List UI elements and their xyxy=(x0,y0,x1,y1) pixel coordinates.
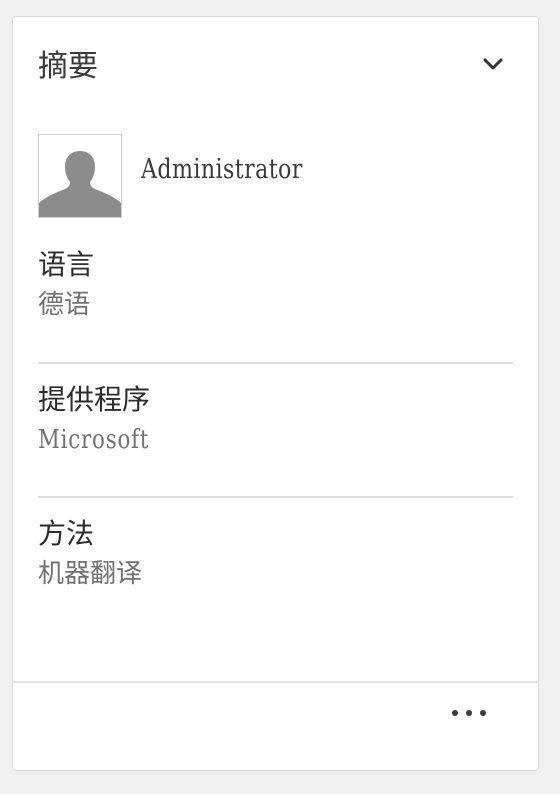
divider xyxy=(38,362,513,364)
user-row: Administrator xyxy=(38,134,513,220)
dot xyxy=(466,710,472,716)
field-label: 方法 xyxy=(38,517,95,550)
avatar xyxy=(38,134,122,218)
field-value: 机器翻译 xyxy=(38,559,143,589)
chevron-down-icon[interactable] xyxy=(482,53,504,75)
user-silhouette-icon xyxy=(39,151,121,217)
summary-card: 摘要 Administrator 语言 德语 提供程序 Microsoft 方法… xyxy=(12,16,539,771)
divider xyxy=(38,496,513,498)
field-label: 提供程序 xyxy=(38,383,151,416)
card-title: 摘要 xyxy=(38,49,98,84)
dot xyxy=(452,710,458,716)
user-name: Administrator xyxy=(141,154,303,185)
field-value: 德语 xyxy=(38,290,91,320)
dot xyxy=(480,710,486,716)
card-header: 摘要 xyxy=(13,17,538,117)
field-label: 语言 xyxy=(38,248,95,281)
field-method: 方法 机器翻译 xyxy=(38,516,513,592)
field-value: Microsoft xyxy=(38,425,150,455)
more-horizontal-icon[interactable] xyxy=(452,701,486,725)
field-language: 语言 德语 xyxy=(38,247,513,323)
footer-divider xyxy=(13,681,538,683)
field-provider: 提供程序 Microsoft xyxy=(38,382,513,458)
